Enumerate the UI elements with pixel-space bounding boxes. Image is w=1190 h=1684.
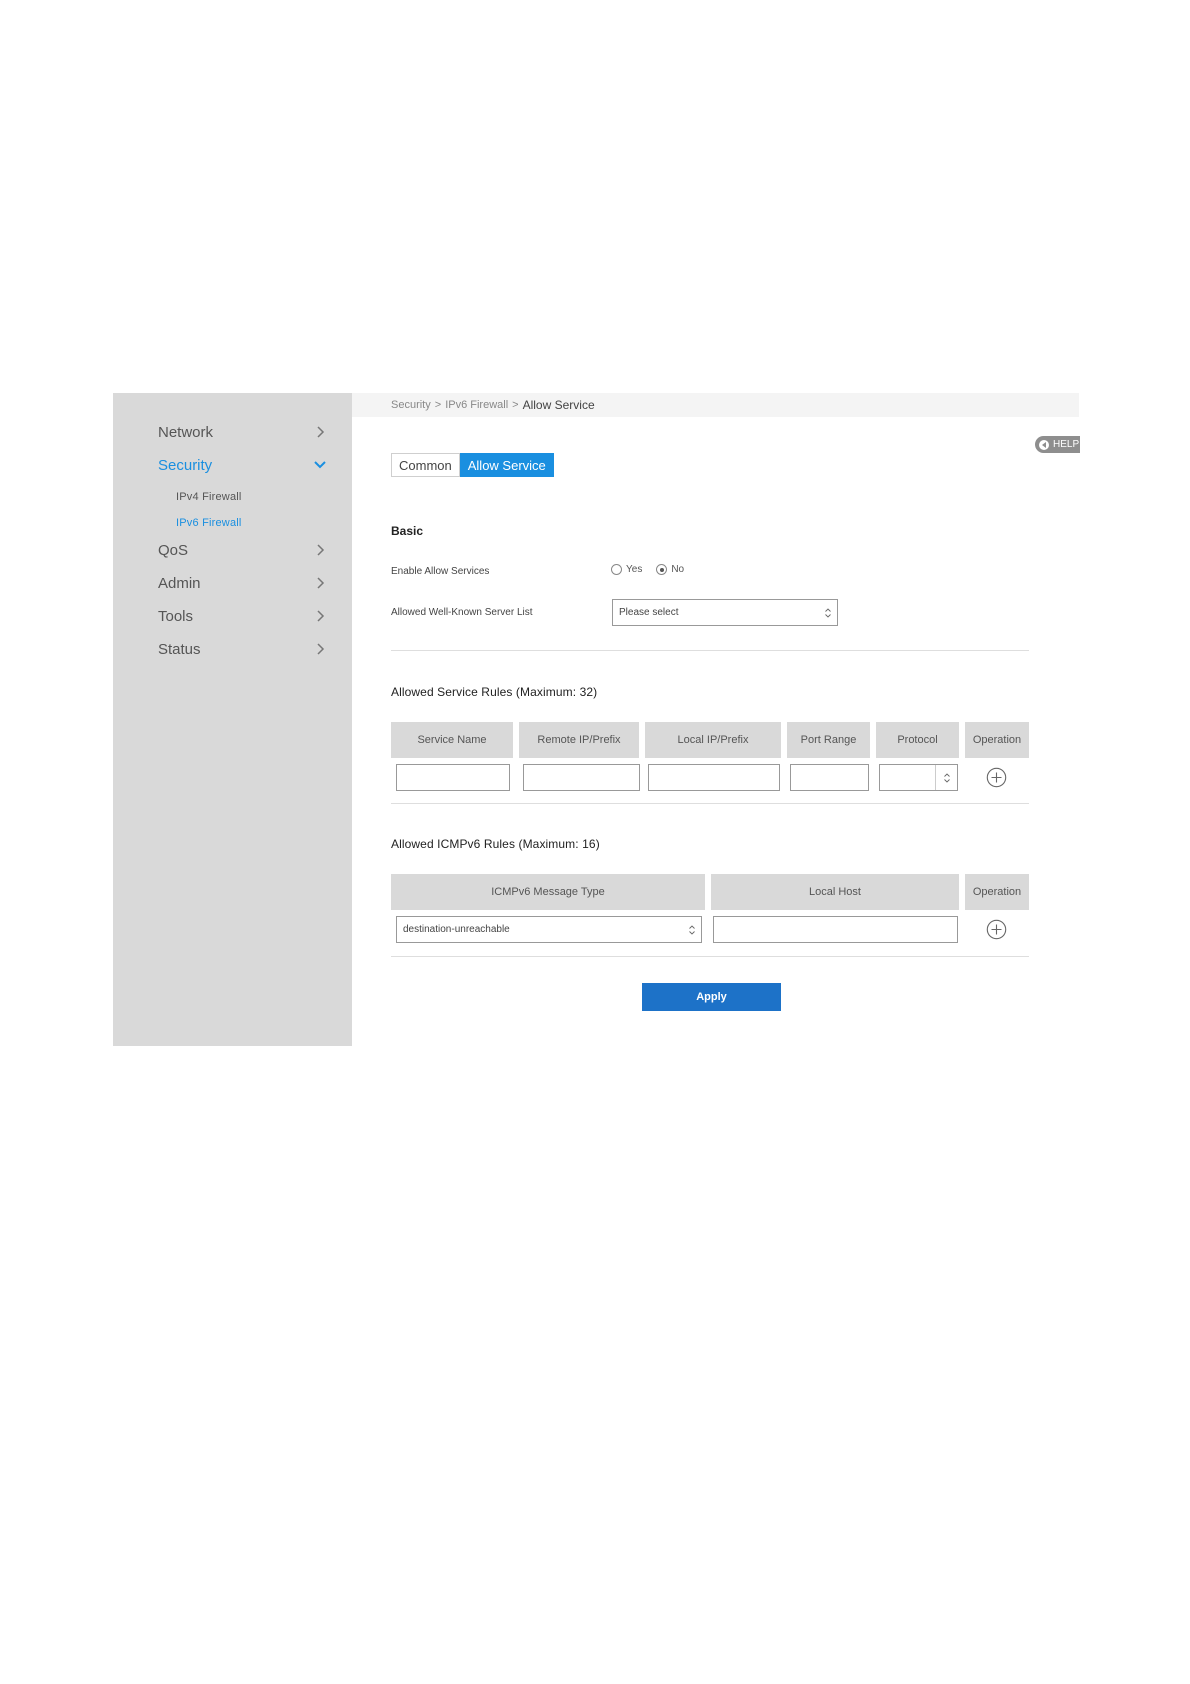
- column-header-local-host: Local Host: [711, 874, 959, 910]
- chevron-right-icon: [312, 575, 328, 591]
- breadcrumb-item-ipv6-firewall[interactable]: IPv6 Firewall: [445, 399, 508, 411]
- column-header-protocol: Protocol: [876, 722, 959, 758]
- divider: [391, 956, 1029, 957]
- sidebar-item-qos[interactable]: QoS: [158, 539, 328, 561]
- add-service-rule-plus-circle-icon[interactable]: [986, 767, 1007, 788]
- divider: [391, 650, 1029, 651]
- tab-allow-service[interactable]: Allow Service: [459, 453, 554, 477]
- sidebar: Network Security IPv4 Firewall IPv6 Fire…: [113, 393, 352, 1046]
- icmpv6-message-type-select[interactable]: destination-unreachable: [396, 916, 702, 943]
- radio-yes-label: Yes: [626, 564, 643, 575]
- sidebar-item-network[interactable]: Network: [158, 421, 328, 443]
- column-header-port-range: Port Range: [787, 722, 870, 758]
- radio-no[interactable]: [656, 564, 668, 575]
- sidebar-subitem-ipv4-firewall[interactable]: IPv4 Firewall: [176, 491, 242, 503]
- sidebar-item-label: Status: [158, 640, 201, 658]
- service-name-input[interactable]: [396, 764, 510, 791]
- chevron-right-icon: [312, 641, 328, 657]
- sidebar-item-label: Tools: [158, 607, 194, 625]
- breadcrumb-separator: >: [434, 399, 442, 411]
- column-header-icmpv6-message-type: ICMPv6 Message Type: [391, 874, 705, 910]
- remote-ip-input[interactable]: [523, 764, 640, 791]
- sidebar-subitem-ipv6-firewall[interactable]: IPv6 Firewall: [176, 517, 242, 529]
- sidebar-item-label: Security: [158, 456, 213, 474]
- sidebar-item-admin[interactable]: Admin: [158, 572, 328, 594]
- chevron-right-icon: [312, 542, 328, 558]
- chevron-right-icon: [312, 608, 328, 624]
- router-config-window: Network Security IPv4 Firewall IPv6 Fire…: [113, 393, 1080, 1046]
- updown-arrows-icon: [935, 765, 957, 790]
- breadcrumb: Security > IPv6 Firewall > Allow Service: [352, 393, 1079, 417]
- icmpv6-message-type-value: destination-unreachable: [403, 924, 510, 935]
- sidebar-item-label: QoS: [158, 541, 189, 559]
- sidebar-item-label: Admin: [158, 574, 201, 592]
- enable-allow-services-radio-group: Yes No: [611, 564, 694, 575]
- chevron-down-icon: [312, 457, 328, 473]
- local-ip-input[interactable]: [648, 764, 780, 791]
- sidebar-item-status[interactable]: Status: [158, 638, 328, 660]
- allowed-server-list-select[interactable]: Please select: [612, 599, 838, 626]
- add-icmpv6-rule-plus-circle-icon[interactable]: [986, 919, 1007, 940]
- local-host-input[interactable]: [713, 916, 958, 943]
- radio-no-label: No: [671, 564, 685, 575]
- section-title-icmpv6-rules: Allowed ICMPv6 Rules (Maximum: 16): [391, 837, 600, 851]
- allowed-server-list-value: Please select: [619, 607, 679, 618]
- sidebar-item-label: Network: [158, 423, 214, 441]
- protocol-select[interactable]: [879, 764, 958, 791]
- port-range-input[interactable]: [790, 764, 869, 791]
- divider: [391, 803, 1029, 804]
- breadcrumb-item-security[interactable]: Security: [391, 399, 431, 411]
- help-label: HELP: [1053, 439, 1080, 450]
- section-title-service-rules: Allowed Service Rules (Maximum: 32): [391, 685, 598, 699]
- breadcrumb-current: Allow Service: [522, 398, 595, 412]
- apply-button[interactable]: Apply: [642, 983, 781, 1011]
- column-header-remote-ip: Remote IP/Prefix: [519, 722, 639, 758]
- column-header-operation: Operation: [965, 874, 1029, 910]
- radio-yes[interactable]: [611, 564, 622, 575]
- help-button[interactable]: HELP: [1035, 436, 1080, 453]
- breadcrumb-separator: >: [512, 399, 519, 411]
- enable-allow-services-label: Enable Allow Services: [391, 566, 490, 577]
- sidebar-item-security[interactable]: Security: [158, 454, 328, 476]
- allowed-server-list-label: Allowed Well-Known Server List: [391, 607, 533, 618]
- section-title-basic: Basic: [391, 524, 424, 538]
- column-header-operation: Operation: [965, 722, 1029, 758]
- sidebar-item-tools[interactable]: Tools: [158, 605, 328, 627]
- chevron-right-icon: [312, 424, 328, 440]
- updown-arrows-icon: [825, 607, 831, 619]
- column-header-local-ip: Local IP/Prefix: [645, 722, 781, 758]
- column-header-service-name: Service Name: [391, 722, 513, 758]
- back-arrow-icon: [1039, 439, 1049, 450]
- tab-bar: Common Allow Service: [391, 453, 554, 477]
- tab-common[interactable]: Common: [391, 453, 460, 477]
- updown-arrows-icon: [689, 924, 695, 936]
